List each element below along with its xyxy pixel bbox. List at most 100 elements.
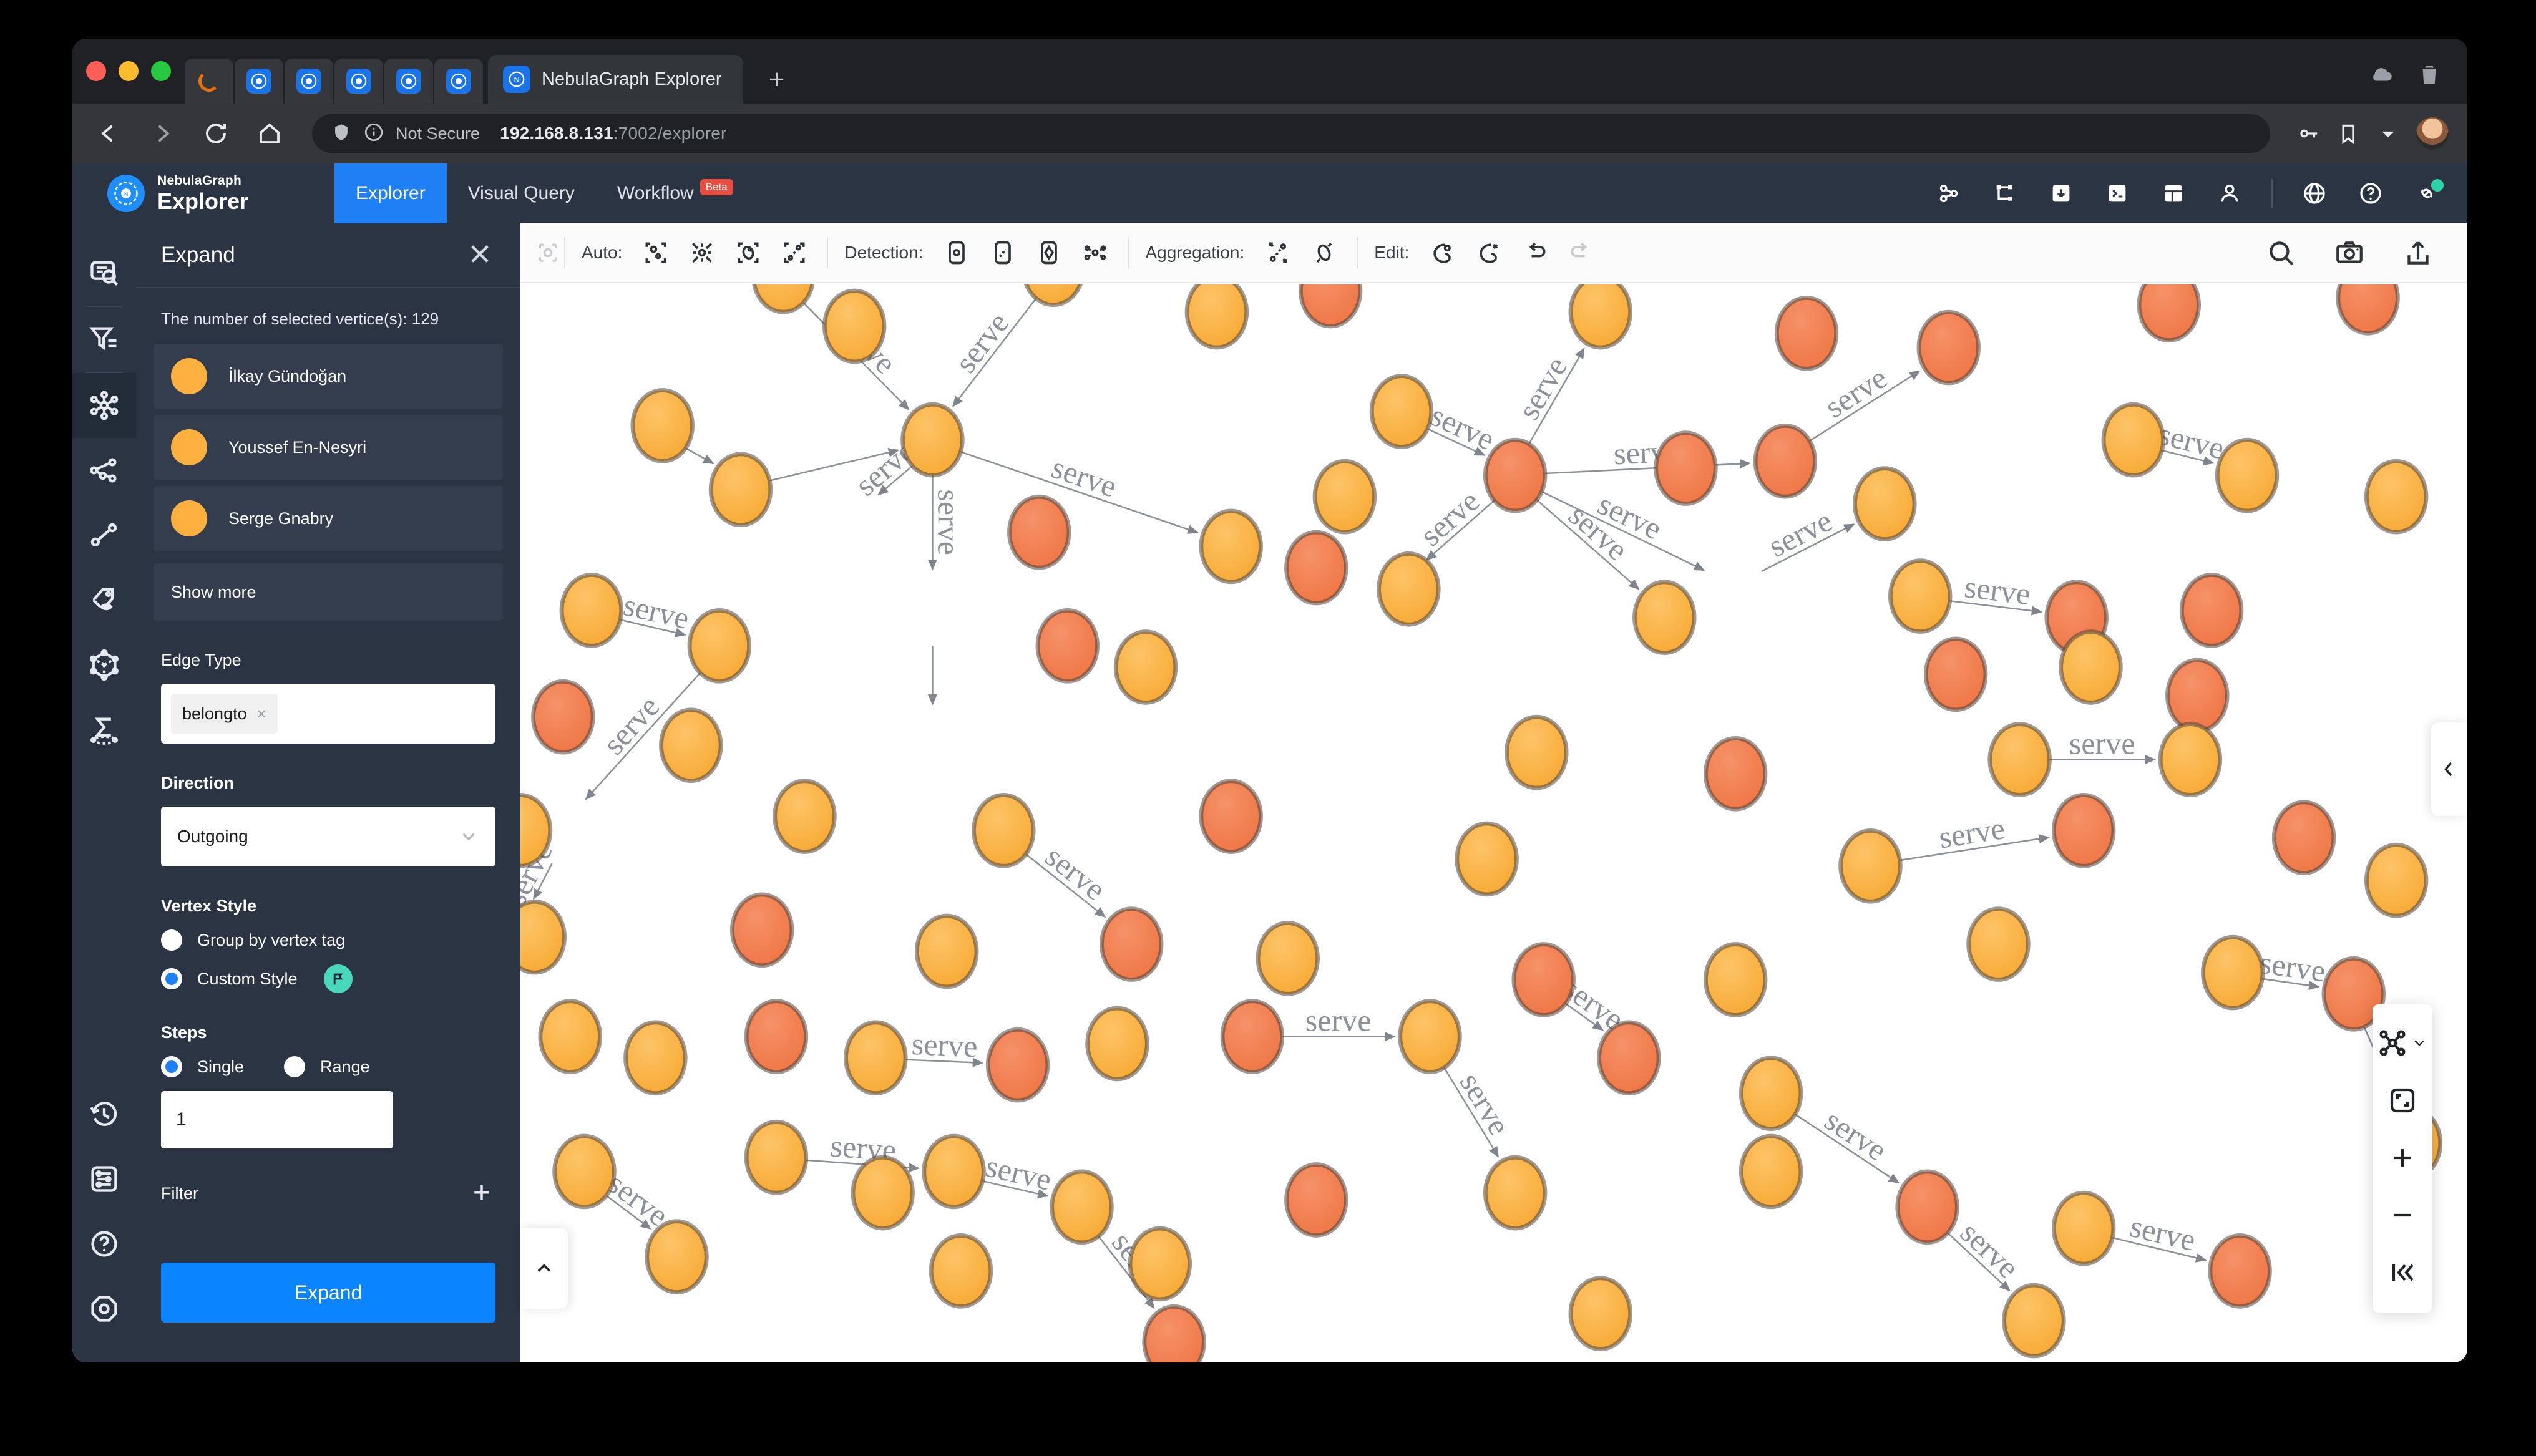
back-button[interactable]: [91, 116, 126, 151]
collapse-left-button[interactable]: [2373, 1244, 2432, 1301]
graph-node[interactable]: [552, 1133, 617, 1210]
filter-icon[interactable]: [72, 307, 136, 372]
profile-avatar[interactable]: [2416, 117, 2449, 150]
trash-icon[interactable]: [2416, 61, 2442, 87]
graph-node[interactable]: [1987, 722, 2052, 797]
graph-node[interactable]: [1888, 558, 1953, 634]
graph-node[interactable]: [630, 387, 695, 463]
graph-node[interactable]: [1853, 466, 1917, 541]
snapshot-camera-icon[interactable]: [2334, 237, 2365, 268]
browser-tab-6[interactable]: [434, 59, 483, 104]
graph-visualization[interactable]: serve serve serve serve serve serve serve serve…: [520, 284, 2467, 1362]
edge-type-select[interactable]: belongto ×: [161, 684, 495, 744]
steps-input[interactable]: 1: [161, 1091, 393, 1148]
graph-node[interactable]: [822, 288, 887, 364]
graph-node[interactable]: [1128, 1226, 1192, 1302]
graph-node[interactable]: [744, 1119, 809, 1195]
graph-node[interactable]: [1483, 1155, 1548, 1231]
graph-node[interactable]: [1184, 284, 1249, 350]
share-graph-icon[interactable]: [72, 438, 136, 503]
detect-cluster-icon[interactable]: [1079, 236, 1111, 269]
graph-node[interactable]: [687, 608, 752, 684]
dashboard-icon[interactable]: [2159, 179, 2188, 208]
graph-node[interactable]: [2208, 1233, 2272, 1309]
graph-node[interactable]: [1774, 295, 1839, 371]
graph-node[interactable]: [1113, 629, 1178, 705]
info-icon[interactable]: [363, 122, 384, 146]
graph-node[interactable]: [2179, 573, 2244, 648]
edit-add-icon[interactable]: [1426, 236, 1459, 269]
graph-node[interactable]: [531, 679, 595, 755]
graph-node[interactable]: [1597, 1020, 1661, 1096]
radio-group-by-vertex-tag[interactable]: [161, 929, 182, 951]
graph-node[interactable]: [1455, 821, 1519, 897]
address-bar[interactable]: Not Secure 192.168.8.131:7002/explorer: [312, 114, 2270, 153]
graph-node[interactable]: [1369, 374, 1434, 449]
graph-node[interactable]: [1035, 608, 1100, 684]
expand-star-icon[interactable]: [72, 373, 136, 438]
radio-steps-single[interactable]: [161, 1056, 182, 1077]
graph-node[interactable]: [1739, 1133, 1803, 1210]
graph-node[interactable]: [2059, 629, 2123, 705]
export-upload-icon[interactable]: [2402, 237, 2434, 268]
history-icon[interactable]: [72, 1082, 136, 1147]
graph-node[interactable]: [2137, 284, 2201, 343]
aggregate-sum-icon[interactable]: [72, 697, 136, 762]
connection-icon[interactable]: [2412, 179, 2444, 208]
console-icon[interactable]: [2103, 179, 2132, 208]
graph-node[interactable]: [1654, 430, 1718, 507]
custom-style-flag-icon[interactable]: [323, 964, 353, 993]
graph-node[interactable]: [2271, 800, 2336, 876]
graph-node[interactable]: [1923, 636, 1988, 712]
aggregate-expand-icon[interactable]: [1262, 236, 1294, 269]
graph-node[interactable]: [1398, 999, 1462, 1074]
tab-explorer[interactable]: Explorer: [334, 163, 447, 223]
graph-node[interactable]: [1511, 942, 1576, 1017]
aggregate-collapse-icon[interactable]: [1308, 236, 1340, 269]
graph-node[interactable]: [900, 402, 965, 478]
globe-icon[interactable]: [2300, 179, 2329, 208]
graph-node[interactable]: [1220, 999, 1285, 1074]
radio-custom-style[interactable]: [161, 968, 182, 989]
graph-node[interactable]: [1007, 494, 1071, 570]
vertex-style-option-custom[interactable]: Custom Style: [154, 964, 503, 993]
browser-tab-4[interactable]: [334, 59, 383, 104]
graph-node[interactable]: [645, 1219, 709, 1294]
forward-button[interactable]: [145, 116, 180, 151]
redo-icon[interactable]: [1565, 236, 1597, 269]
edge-type-tag[interactable]: belongto ×: [171, 694, 278, 734]
graph-node[interactable]: [1568, 284, 1633, 350]
graph-node[interactable]: [1312, 459, 1377, 535]
show-more-button[interactable]: Show more: [154, 563, 503, 621]
graph-node[interactable]: [972, 793, 1036, 868]
graph-node[interactable]: [2364, 842, 2429, 918]
gear-octagon-icon[interactable]: [72, 1276, 136, 1341]
vertex-style-option-group-by-tag[interactable]: Group by vertex tag: [154, 929, 503, 951]
graph-node[interactable]: [752, 284, 815, 314]
graph-node[interactable]: [985, 1027, 1050, 1103]
graph-node[interactable]: [659, 707, 723, 784]
graph-node[interactable]: [1895, 1169, 1959, 1245]
help-icon[interactable]: [2356, 179, 2385, 208]
user-icon[interactable]: [2215, 179, 2244, 208]
graph-node[interactable]: [2101, 402, 2166, 478]
graph-node[interactable]: [2215, 437, 2280, 513]
graph-node[interactable]: [559, 573, 624, 648]
graph-node[interactable]: [1284, 530, 1348, 606]
remove-tag-icon[interactable]: ×: [257, 704, 266, 724]
add-filter-button[interactable]: +: [473, 1178, 490, 1208]
cloud-icon[interactable]: [2369, 61, 2395, 87]
graph-node[interactable]: [1100, 906, 1164, 982]
graph-svg-root[interactable]: serve serve serve serve serve serve serve serve…: [520, 284, 2467, 1362]
graph-node[interactable]: [1377, 551, 1441, 627]
graph-node[interactable]: [2051, 1190, 2116, 1266]
graph-node[interactable]: [708, 452, 773, 528]
close-icon[interactable]: [467, 241, 493, 270]
graph-node[interactable]: [1568, 1276, 1633, 1352]
graph-node[interactable]: [1199, 779, 1263, 854]
zoom-out-button[interactable]: [2373, 1187, 2432, 1244]
new-tab-button[interactable]: +: [759, 62, 794, 97]
list-item[interactable]: Serge Gnabry: [154, 486, 503, 551]
auto-select-icon[interactable]: [640, 236, 672, 269]
graph-node[interactable]: [2364, 459, 2429, 535]
